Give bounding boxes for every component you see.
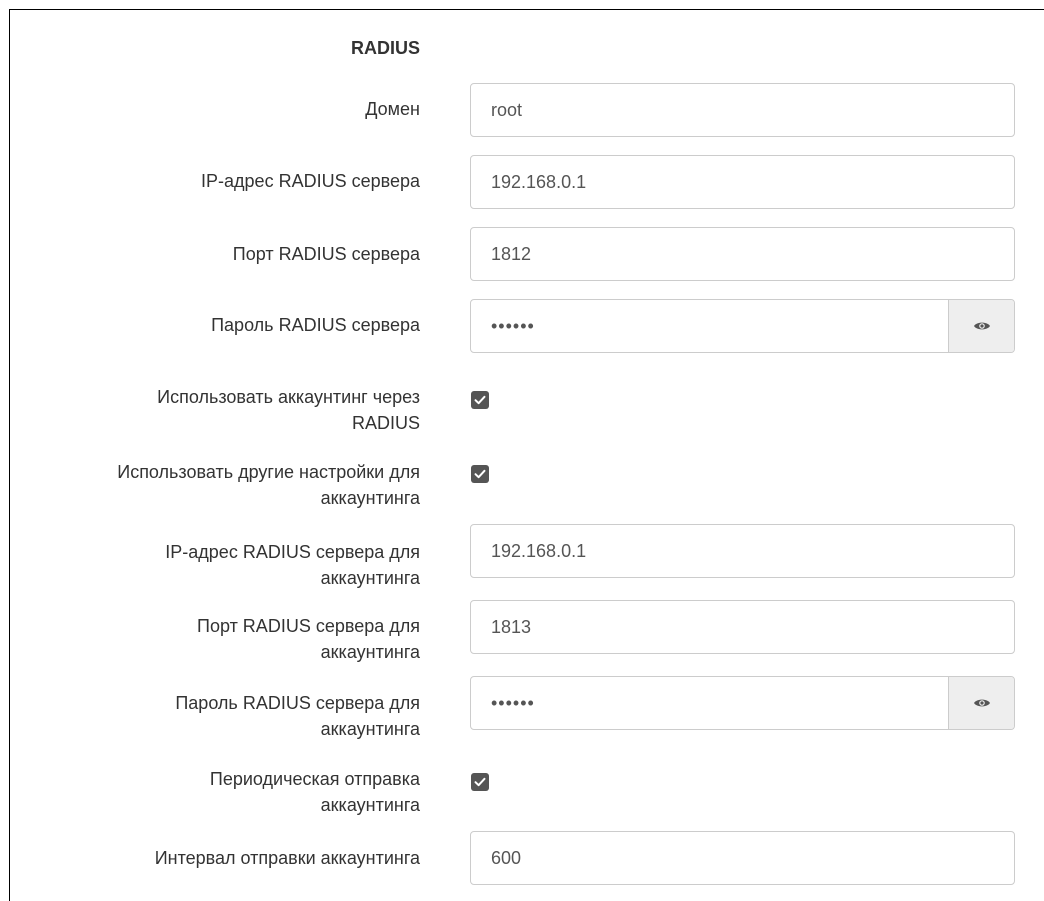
server-port-label: Порт RADIUS сервера (232, 244, 420, 264)
domain-field[interactable] (470, 83, 1015, 137)
acct-ip-input[interactable] (471, 525, 1014, 577)
acct-interval-field[interactable] (470, 831, 1015, 885)
acct-ip-label: IP-адрес RADIUS сервера для аккаунтинга (0, 539, 420, 591)
server-port-input[interactable] (471, 228, 1014, 280)
server-password-input[interactable]: •••••• (471, 300, 948, 352)
domain-label: Домен (365, 99, 420, 119)
acct-interval-input[interactable] (471, 832, 1014, 884)
periodic-accounting-label-line1: Периодическая отправка (209, 769, 420, 789)
acct-port-field[interactable] (470, 600, 1015, 654)
show-acct-password-button[interactable] (948, 677, 1014, 729)
acct-port-label-line1: Порт RADIUS сервера для (197, 616, 420, 636)
server-password-label: Пароль RADIUS сервера (211, 315, 420, 335)
server-ip-label: IP-адрес RADIUS сервера (201, 171, 420, 191)
periodic-accounting-label: Периодическая отправка аккаунтинга (0, 766, 420, 818)
periodic-accounting-label-line2: аккаунтинга (320, 795, 420, 815)
domain-input[interactable] (471, 84, 1014, 136)
use-other-settings-label: Использовать другие настройки для аккаун… (0, 459, 420, 511)
acct-interval-label: Интервал отправки аккаунтинга (154, 848, 420, 868)
server-port-field[interactable] (470, 227, 1015, 281)
acct-port-label-line2: аккаунтинга (320, 642, 420, 662)
server-ip-input[interactable] (471, 156, 1014, 208)
use-accounting-label-line2: RADIUS (351, 413, 420, 433)
acct-password-label-line1: Пароль RADIUS сервера для (175, 693, 420, 713)
acct-password-label: Пароль RADIUS сервера для аккаунтинга (0, 690, 420, 742)
use-other-settings-label-line1: Использовать другие настройки для (117, 462, 420, 482)
acct-ip-label-line1: IP-адрес RADIUS сервера для (165, 542, 420, 562)
acct-password-field[interactable]: •••••• (470, 676, 1015, 730)
acct-port-input[interactable] (471, 601, 1014, 653)
use-other-settings-checkbox[interactable] (471, 465, 489, 483)
acct-ip-field[interactable] (470, 524, 1015, 578)
periodic-accounting-checkbox[interactable] (471, 773, 489, 791)
use-accounting-label-line1: Использовать аккаунтинг через (157, 387, 420, 407)
acct-ip-label-line2: аккаунтинга (320, 568, 420, 588)
eye-icon (973, 699, 990, 707)
use-other-settings-label-line2: аккаунтинга (320, 488, 420, 508)
checkmark-icon (474, 469, 486, 479)
acct-password-input[interactable]: •••••• (471, 677, 948, 729)
checkmark-icon (474, 777, 486, 787)
server-ip-field[interactable] (470, 155, 1015, 209)
eye-icon (973, 322, 990, 330)
server-password-field[interactable]: •••••• (470, 299, 1015, 353)
section-title: RADIUS (350, 38, 420, 58)
acct-port-label: Порт RADIUS сервера для аккаунтинга (0, 613, 420, 665)
show-password-button[interactable] (948, 300, 1014, 352)
use-accounting-label: Использовать аккаунтинг через RADIUS (0, 384, 420, 436)
checkmark-icon (474, 395, 486, 405)
use-accounting-checkbox[interactable] (471, 391, 489, 409)
acct-password-label-line2: аккаунтинга (320, 719, 420, 739)
